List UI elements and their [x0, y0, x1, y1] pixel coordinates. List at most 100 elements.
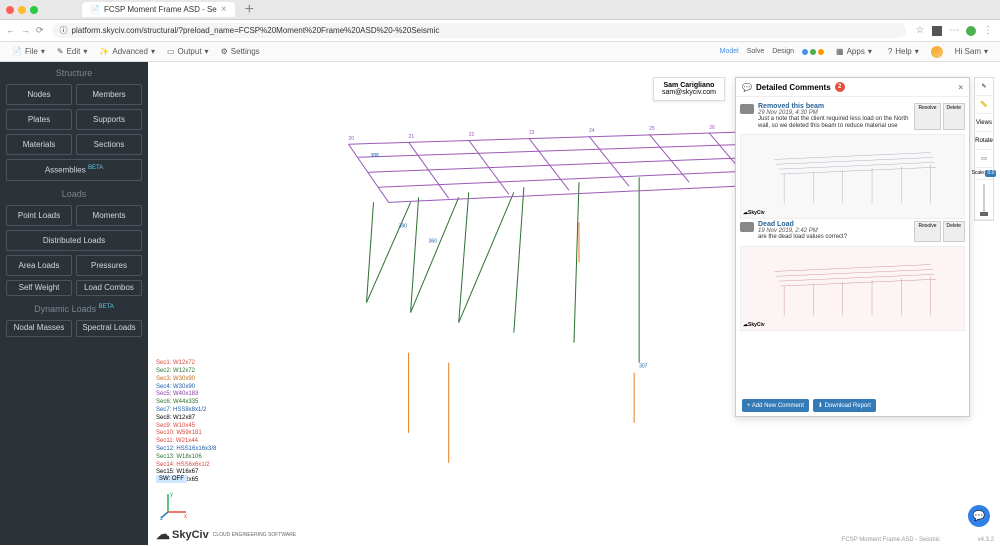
spectral-loads-button[interactable]: Spectral Loads [76, 320, 142, 337]
mode-solve[interactable]: Solve [747, 48, 765, 55]
self-weight-button[interactable]: Self Weight [6, 280, 72, 297]
model-canvas[interactable]: 2021 2223 2425 26 388390 360307 Sec1: W1… [148, 62, 1000, 545]
chat-fab[interactable]: 💬 [968, 505, 990, 527]
forward-button[interactable]: → [21, 25, 30, 36]
comments-panel: 💬 Detailed Comments 2 × Removed this bea… [735, 77, 970, 417]
maximize-window-btn[interactable] [30, 6, 38, 14]
window-chrome: 📄 FCSP Moment Frame ASD - Se × + [0, 0, 1000, 20]
sw-toggle[interactable]: SW: OFF [156, 475, 187, 483]
legend-item: Sec4: W30x90 [156, 384, 216, 392]
avatar-icon[interactable] [966, 26, 976, 36]
load-combos-button[interactable]: Load Combos [76, 280, 142, 297]
point-loads-button[interactable]: Point Loads [6, 205, 72, 226]
legend-item: Sec11: W21x44 [156, 438, 216, 446]
app-toolbar: 📄File▾ ✎Edit▾ ✨Advanced▾ ▭Output▾ ⚙Setti… [0, 42, 1000, 62]
materials-button[interactable]: Materials [6, 134, 72, 155]
legend-item: Sec7: HSS8x8x1/2 [156, 407, 216, 415]
minimize-window-btn[interactable] [18, 6, 26, 14]
advanced-menu[interactable]: ✨Advanced▾ [95, 47, 159, 56]
nodes-button[interactable]: Nodes [6, 84, 72, 105]
site-info-icon[interactable]: ⓘ [60, 25, 68, 36]
ruler-tool[interactable]: 📏 [975, 96, 993, 114]
menu-dots-icon[interactable]: ⋯ [948, 25, 960, 37]
status-dot-blue [802, 49, 808, 55]
user-menu[interactable]: Hi Sam▾ [951, 47, 992, 56]
pressures-button[interactable]: Pressures [76, 255, 142, 276]
user-avatar[interactable] [931, 46, 943, 58]
legend-item: Sec9: W10x45 [156, 423, 216, 431]
sidebar: Structure Nodes Members Plates Supports … [0, 62, 148, 545]
apps-menu[interactable]: ▦Apps▾ [832, 47, 876, 56]
legend-item: Sec5: W40x183 [156, 391, 216, 399]
plates-button[interactable]: Plates [6, 109, 72, 130]
distributed-loads-button[interactable]: Distributed Loads [6, 230, 142, 251]
delete-button[interactable]: Delete [943, 221, 965, 241]
svg-text:24: 24 [589, 128, 595, 134]
new-tab-button[interactable]: + [245, 1, 254, 19]
resolve-button[interactable]: Resolve [914, 103, 940, 130]
status-dot-green [810, 49, 816, 55]
legend-item: Sec3: W30x90 [156, 376, 216, 384]
close-window-btn[interactable] [6, 6, 14, 14]
comment-title[interactable]: Dead Load [758, 221, 910, 228]
comments-header: 💬 Detailed Comments 2 × [736, 78, 969, 97]
supports-button[interactable]: Supports [76, 109, 142, 130]
mode-design[interactable]: Design [772, 48, 794, 55]
scale-slider[interactable] [975, 180, 993, 220]
legend-item: Sec2: W12x72 [156, 368, 216, 376]
version-label: v4.3.2 [978, 537, 994, 543]
output-menu[interactable]: ▭Output▾ [163, 47, 213, 56]
back-button[interactable]: ← [6, 25, 15, 36]
settings-menu[interactable]: ⚙Settings [217, 47, 264, 56]
box-tool[interactable]: ▭ [975, 150, 993, 168]
moments-button[interactable]: Moments [76, 205, 142, 226]
close-panel-icon[interactable]: × [958, 83, 963, 92]
svg-text:25: 25 [649, 126, 655, 132]
members-button[interactable]: Members [76, 84, 142, 105]
status-dot-orange [818, 49, 824, 55]
add-comment-button[interactable]: + Add New Comment [742, 399, 809, 412]
rotate-tool[interactable]: Rotate [975, 132, 993, 150]
browser-menu-icon[interactable]: ⋮ [982, 25, 994, 37]
browser-tab[interactable]: 📄 FCSP Moment Frame ASD - Se × [82, 2, 235, 17]
svg-text:307: 307 [639, 364, 648, 370]
comment-thumbnail[interactable]: ☁SkyCiv [740, 134, 965, 219]
comment-title[interactable]: Removed this beam [758, 103, 910, 110]
help-menu[interactable]: ?Help▾ [884, 47, 923, 56]
comment-text: are the dead load values correct? [758, 234, 910, 241]
download-report-button[interactable]: ⬇ Download Report [813, 399, 876, 412]
edit-menu[interactable]: ✎Edit▾ [53, 47, 92, 56]
extension-box-icon[interactable] [932, 26, 942, 36]
area-loads-button[interactable]: Area Loads [6, 255, 72, 276]
section-legend: Sec1: W12x72Sec2: W12x72Sec3: W30x90Sec4… [156, 360, 216, 485]
svg-text:x: x [184, 514, 187, 520]
svg-text:23: 23 [529, 130, 535, 136]
views-tool[interactable]: Views [975, 114, 993, 132]
svg-text:z: z [160, 516, 163, 520]
profile-email: sam@skyciv.com [662, 89, 716, 96]
resolve-button[interactable]: Resolve [914, 221, 940, 241]
comment-thumbnail[interactable]: ☁SkyCiv [740, 246, 965, 331]
legend-item: Sec1: W12x72 [156, 360, 216, 368]
tab-favicon: 📄 [90, 5, 100, 14]
thumbnail-watermark: ☁SkyCiv [743, 322, 765, 328]
svg-text:26: 26 [709, 125, 715, 131]
assemblies-button[interactable]: Assemblies BETA [6, 159, 142, 181]
address-bar[interactable]: ⓘ platform.skyciv.com/structural/?preloa… [52, 23, 906, 38]
star-icon[interactable]: ☆ [914, 25, 926, 37]
tab-close-icon[interactable]: × [221, 4, 227, 15]
pencil-tool[interactable]: ✎ [975, 78, 993, 96]
scale-indicator[interactable]: Scale: 0.0 [975, 168, 993, 180]
apps-icon: ▦ [836, 47, 844, 56]
comments-title: Detailed Comments [756, 83, 831, 92]
sections-button[interactable]: Sections [76, 134, 142, 155]
file-menu[interactable]: 📄File▾ [8, 47, 49, 56]
reload-button[interactable]: ⟳ [36, 25, 44, 36]
mode-model[interactable]: Model [720, 48, 739, 55]
legend-item: Sec8: W12x87 [156, 415, 216, 423]
profile-tooltip: Sam Carigliano sam@skyciv.com [653, 77, 725, 101]
wand-icon: ✨ [99, 47, 109, 56]
nodal-masses-button[interactable]: Nodal Masses [6, 320, 72, 337]
legend-item: Sec12: HSS16x16x3/8 [156, 446, 216, 454]
delete-button[interactable]: Delete [943, 103, 965, 130]
